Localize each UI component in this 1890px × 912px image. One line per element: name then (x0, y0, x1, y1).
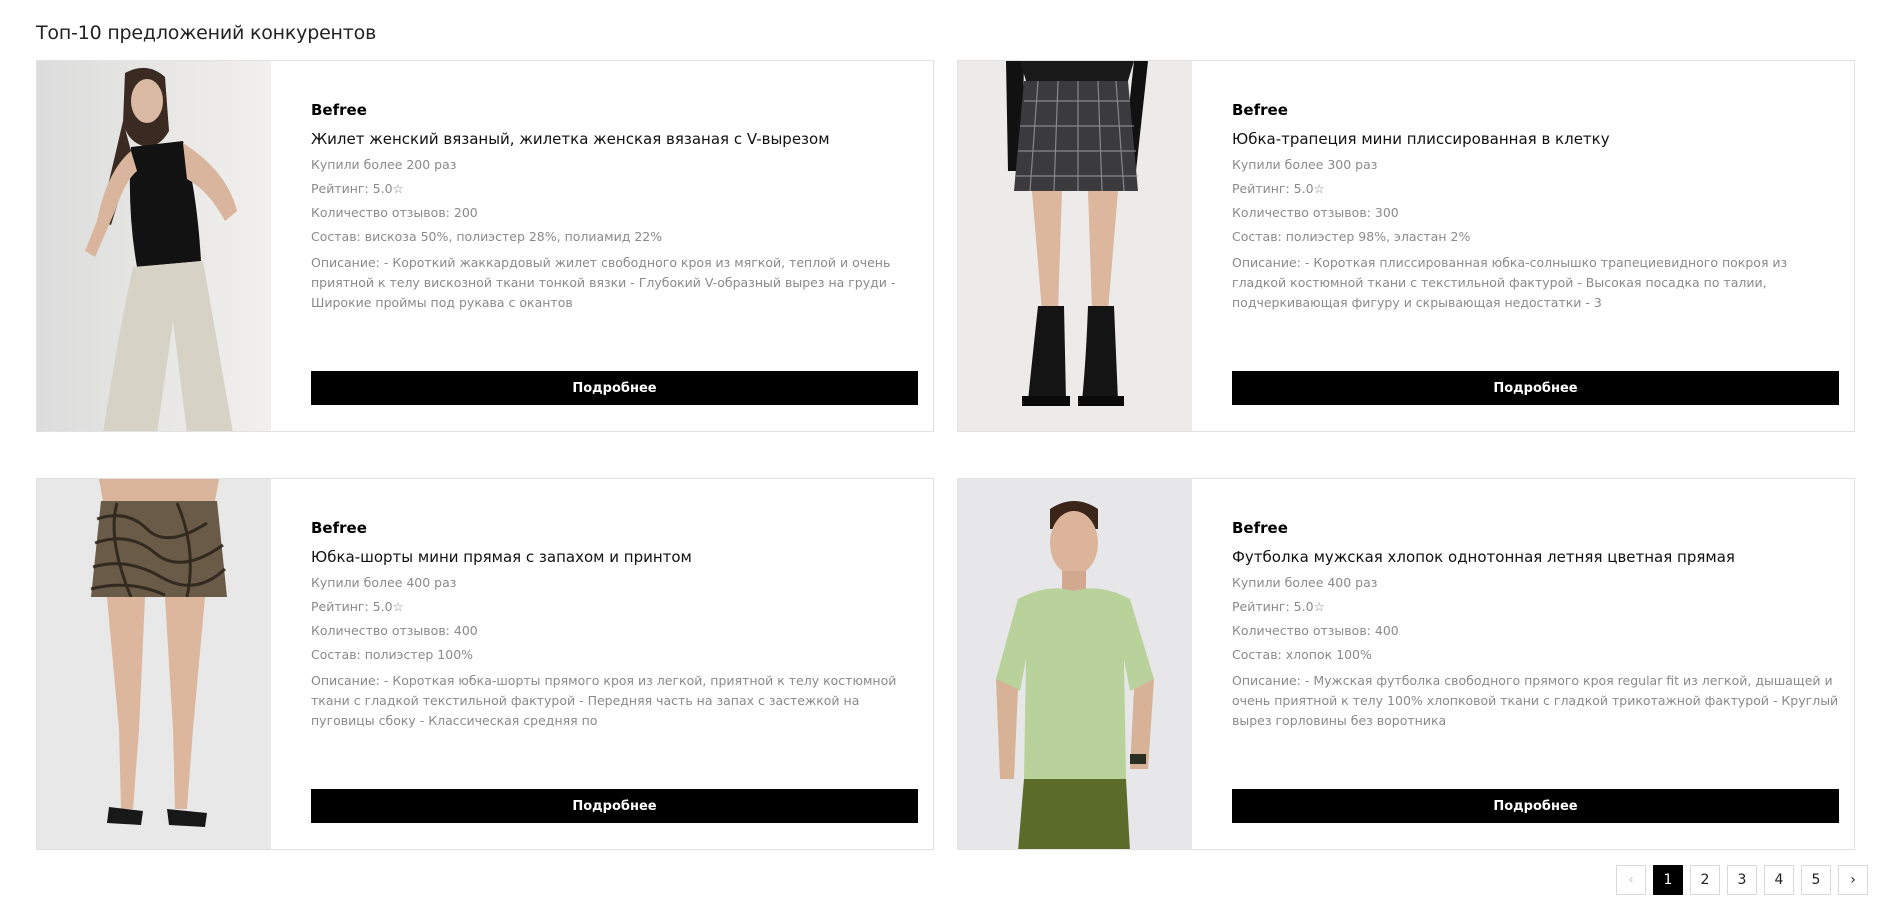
man-green-tshirt-photo (958, 479, 1192, 849)
brand-name: Befree (1232, 101, 1288, 119)
product-photo[interactable] (958, 479, 1192, 849)
woman-in-black-vest-photo (37, 61, 271, 431)
product-photo[interactable] (37, 61, 271, 431)
details-button[interactable]: Подробнее (1232, 371, 1839, 405)
product-name[interactable]: Юбка-шорты мини прямая с запахом и принт… (311, 548, 918, 566)
page-button-4[interactable]: 4 (1764, 865, 1794, 895)
product-photo[interactable] (958, 61, 1192, 431)
page-button-5[interactable]: 5 (1801, 865, 1831, 895)
brand-name: Befree (1232, 519, 1288, 537)
chevron-left-icon: ‹ (1628, 872, 1634, 888)
chevron-right-icon: › (1850, 872, 1856, 888)
rating: Рейтинг: 5.0☆ (1232, 599, 1325, 614)
reviews-count: Количество отзывов: 200 (311, 205, 478, 220)
details-button[interactable]: Подробнее (311, 789, 918, 823)
page-button-1[interactable]: 1 (1653, 865, 1683, 895)
composition: Состав: полиэстер 98%, эластан 2% (1232, 229, 1471, 244)
brand-name: Befree (311, 101, 367, 119)
rating: Рейтинг: 5.0☆ (311, 181, 404, 196)
product-card: Befree Юбка-трапеция мини плиссированная… (957, 60, 1855, 432)
product-card: Befree Жилет женский вязаный, жилетка же… (36, 60, 934, 432)
printed-skort-photo (37, 479, 271, 849)
rating: Рейтинг: 5.0☆ (1232, 181, 1325, 196)
product-name[interactable]: Футболка мужская хлопок однотонная летня… (1232, 548, 1839, 566)
reviews-count: Количество отзывов: 400 (1232, 623, 1399, 638)
product-card: Befree Юбка-шорты мини прямая с запахом … (36, 478, 934, 850)
purchases-count: Купили более 400 раз (311, 575, 457, 590)
page-title: Топ-10 предложений конкурентов (36, 22, 377, 44)
reviews-count: Количество отзывов: 300 (1232, 205, 1399, 220)
page-button-3[interactable]: 3 (1727, 865, 1757, 895)
details-button[interactable]: Подробнее (311, 371, 918, 405)
next-page-button[interactable]: › (1838, 865, 1868, 895)
composition: Состав: вискоза 50%, полиэстер 28%, поли… (311, 229, 663, 244)
description: Описание: - Короткая плиссированная юбка… (1232, 255, 1788, 310)
description: Описание: - Короткий жаккардовый жилет с… (311, 255, 896, 310)
details-button[interactable]: Подробнее (1232, 789, 1839, 823)
prev-page-button[interactable]: ‹ (1616, 865, 1646, 895)
plaid-skirt-boots-photo (958, 61, 1192, 431)
description: Описание: - Мужская футболка свободного … (1232, 673, 1839, 728)
pagination: ‹ 1 2 3 4 5 › (1616, 865, 1868, 895)
purchases-count: Купили более 200 раз (311, 157, 457, 172)
product-name[interactable]: Юбка-трапеция мини плиссированная в клет… (1232, 130, 1839, 148)
brand-name: Befree (311, 519, 367, 537)
composition: Состав: полиэстер 100% (311, 647, 474, 662)
rating: Рейтинг: 5.0☆ (311, 599, 404, 614)
purchases-count: Купили более 400 раз (1232, 575, 1378, 590)
reviews-count: Количество отзывов: 400 (311, 623, 478, 638)
product-card: Befree Футболка мужская хлопок однотонна… (957, 478, 1855, 850)
description: Описание: - Короткая юбка-шорты прямого … (311, 673, 897, 728)
page-button-2[interactable]: 2 (1690, 865, 1720, 895)
purchases-count: Купили более 300 раз (1232, 157, 1378, 172)
product-photo[interactable] (37, 479, 271, 849)
product-name[interactable]: Жилет женский вязаный, жилетка женская в… (311, 130, 918, 148)
composition: Состав: хлопок 100% (1232, 647, 1372, 662)
